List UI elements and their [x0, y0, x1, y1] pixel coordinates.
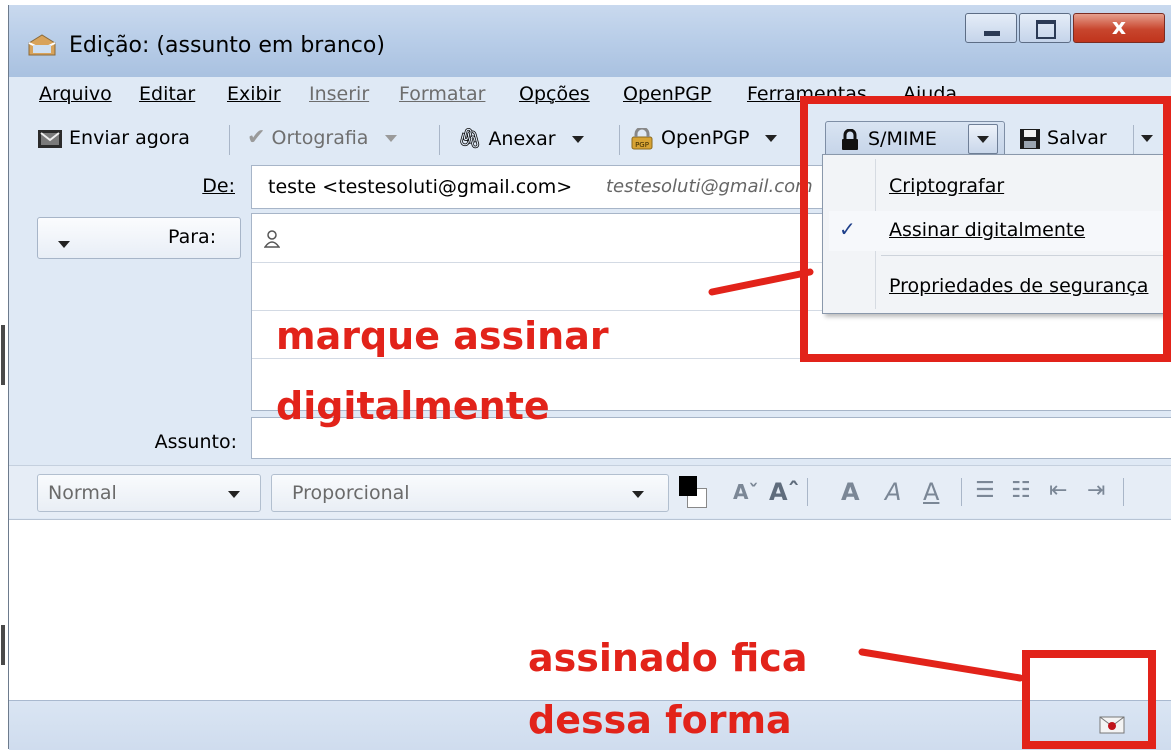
minimize-button[interactable] — [965, 13, 1017, 43]
paperclip-icon: 🖇 — [457, 126, 483, 150]
annotation-result-line1: assinado fica — [528, 636, 808, 680]
frame-edge — [1, 625, 5, 665]
openpgp-label: OpenPGP — [661, 127, 750, 149]
chevron-down-icon — [632, 483, 644, 505]
annotation-instruction-line2: digitalmente — [276, 384, 550, 428]
highlight-box-signed-icon — [1022, 650, 1156, 749]
decrease-font-size-icon[interactable]: Aˇ — [733, 480, 758, 504]
menu-exibir[interactable]: Exibir — [227, 83, 281, 105]
text-color-picker[interactable] — [679, 476, 709, 510]
highlight-box-smime-menu — [800, 96, 1171, 362]
increase-font-size-icon[interactable]: Aˆ — [769, 478, 800, 506]
toolbar-separator — [619, 125, 620, 155]
toolbar-separator — [229, 125, 230, 155]
bold-icon[interactable]: A — [841, 478, 860, 506]
from-identity-hint: testesoluti@gmail.com — [606, 176, 813, 197]
title-bar: Edição: (assunto em branco) x — [9, 5, 1171, 77]
svg-text:PGP: PGP — [635, 141, 649, 149]
openpgp-dropdown-icon[interactable] — [765, 127, 778, 149]
toolbar-separator — [439, 125, 440, 155]
menu-arquivo[interactable]: Arquivo — [39, 83, 112, 105]
openpgp-lock-icon: PGP — [631, 126, 653, 149]
toolbar-separator — [961, 478, 962, 506]
text-color-swatch — [679, 476, 697, 496]
indent-icon[interactable]: ⇥ — [1087, 478, 1105, 503]
from-label: De: — [202, 175, 235, 197]
annotation-instruction-line1: marque assinar — [276, 314, 609, 358]
close-icon: x — [1111, 15, 1127, 40]
bullet-list-icon[interactable]: ☰ — [975, 478, 995, 503]
frame-edge — [1, 325, 5, 385]
annotation-pointer-line — [858, 648, 1024, 682]
subject-label: Assunto: — [154, 431, 237, 453]
send-now-button[interactable]: Enviar agora — [37, 123, 190, 153]
menu-formatar[interactable]: Formatar — [399, 83, 485, 105]
paragraph-style-select[interactable]: Normal — [37, 474, 261, 512]
send-now-label: Enviar agora — [69, 127, 190, 149]
minimize-icon — [984, 31, 1000, 36]
spelling-button[interactable]: ✔ Ortografia — [247, 123, 397, 153]
menu-editar[interactable]: Editar — [139, 83, 195, 105]
toolbar-separator — [807, 478, 808, 506]
attach-button[interactable]: 🖇 Anexar — [457, 123, 584, 153]
checkmark-icon: ✔ — [247, 125, 266, 150]
annotation-pointer-line — [708, 268, 814, 296]
underline-icon[interactable]: A — [923, 478, 939, 506]
menu-opcoes[interactable]: Opções — [519, 83, 590, 105]
from-address: teste <testesoluti@gmail.com> — [268, 176, 573, 198]
italic-icon[interactable]: A — [885, 478, 901, 506]
thunderbird-compose-icon — [28, 34, 56, 56]
font-value: Proporcional — [292, 482, 410, 504]
attach-label: Anexar — [488, 128, 556, 150]
menu-inserir[interactable]: Inserir — [309, 83, 369, 105]
chevron-down-icon — [58, 234, 70, 253]
chevron-down-icon — [228, 483, 240, 505]
paragraph-style-value: Normal — [48, 482, 117, 504]
window-title: Edição: (assunto em branco) — [69, 33, 385, 58]
close-button[interactable]: x — [1073, 13, 1165, 43]
spelling-dropdown-icon[interactable] — [384, 127, 397, 149]
openpgp-button[interactable]: PGP OpenPGP — [629, 123, 778, 153]
menu-openpgp[interactable]: OpenPGP — [623, 83, 711, 105]
formatting-toolbar: Normal Proporcional Aˇ Aˆ A A A ☰ ☷ ⇤ ⇥ — [9, 465, 1171, 518]
contact-icon — [264, 230, 280, 248]
spelling-label: Ortografia — [271, 127, 369, 149]
outdent-icon[interactable]: ⇤ — [1049, 478, 1067, 503]
maximize-button[interactable] — [1019, 13, 1071, 43]
numbered-list-icon[interactable]: ☷ — [1011, 478, 1031, 503]
font-select[interactable]: Proporcional — [271, 474, 669, 512]
recipient-type-label: Para: — [168, 226, 217, 248]
attach-dropdown-icon[interactable] — [571, 128, 584, 150]
send-icon — [38, 129, 62, 148]
annotation-result-line2: dessa forma — [528, 698, 792, 742]
recipient-type-select[interactable]: Para: — [37, 217, 241, 259]
maximize-icon — [1036, 20, 1056, 39]
toolbar-separator — [1123, 478, 1124, 506]
